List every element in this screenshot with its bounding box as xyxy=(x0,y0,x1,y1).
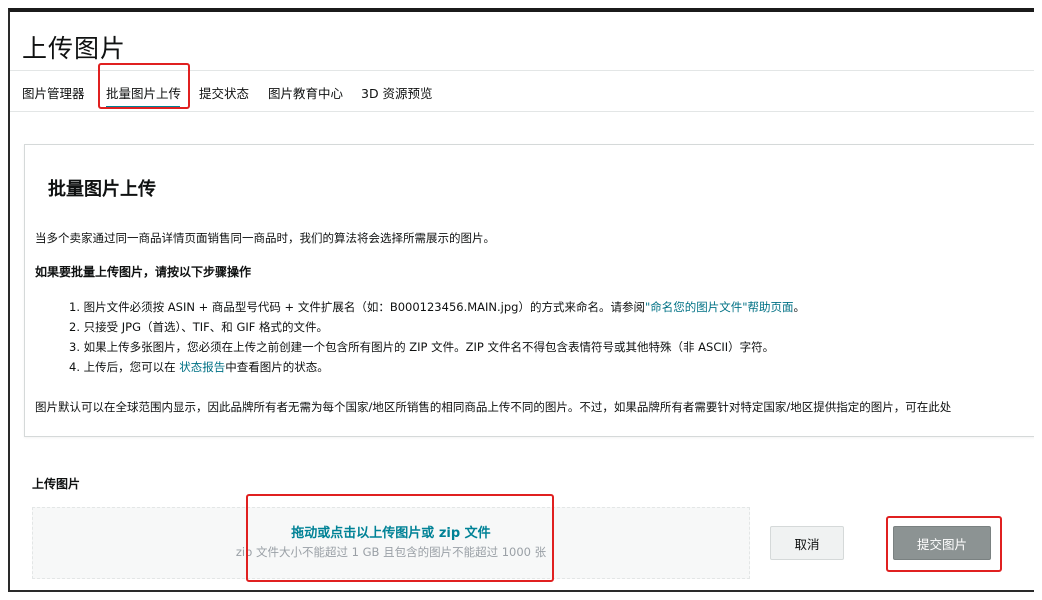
page-title: 上传图片 xyxy=(22,34,127,63)
upload-section-label: 上传图片 xyxy=(32,477,81,491)
step-4: 4. 上传后，您可以在 状态报告中查看图片的状态。 xyxy=(69,357,805,377)
step-4-text: 4. 上传后，您可以在 xyxy=(69,360,180,374)
step-2: 2. 只接受 JPG（首选）、TIF、和 GIF 格式的文件。 xyxy=(69,320,329,334)
intro-text: 当多个卖家通过同一商品详情页面销售同一商品时，我们的算法将会选择所需展示的图片。 xyxy=(35,231,495,245)
global-display-note: 图片默认可以在全球范围内显示，因此品牌所有者无需为每个国家/地区所销售的相同商品… xyxy=(35,400,952,414)
info-title: 批量图片上传 xyxy=(48,179,156,200)
steps-heading: 如果要批量上传图片，请按以下步骤操作 xyxy=(35,265,252,279)
highlight-box-submit xyxy=(886,516,1002,572)
highlight-box-tab xyxy=(98,63,190,109)
tab-submission-status[interactable]: 提交状态 xyxy=(199,83,249,102)
tab-3d-preview[interactable]: 3D 资源预览 xyxy=(361,83,433,102)
step-1-text: 1. 图片文件必须按 ASIN + 商品型号代码 + 文件扩展名（如：B0001… xyxy=(69,300,645,314)
naming-help-link[interactable]: "命名您的图片文件"帮助页面 xyxy=(645,300,794,314)
status-report-link[interactable]: 状态报告 xyxy=(179,360,225,374)
step-3: 3. 如果上传多张图片，您必须在上传之前创建一个包含所有图片的 ZIP 文件。Z… xyxy=(69,340,775,354)
step-1-end: 。 xyxy=(793,300,806,314)
steps-list: 1. 图片文件必须按 ASIN + 商品型号代码 + 文件扩展名（如：B0001… xyxy=(69,297,805,377)
bulk-upload-info-panel: 批量图片上传 当多个卖家通过同一商品详情页面销售同一商品时，我们的算法将会选择所… xyxy=(24,144,1034,437)
step-4-end: 中查看图片的状态。 xyxy=(225,360,329,374)
cancel-button[interactable]: 取消 xyxy=(770,526,844,560)
tab-image-education[interactable]: 图片教育中心 xyxy=(268,83,343,102)
app-frame: 上传图片 图片管理器 批量图片上传 提交状态 图片教育中心 3D 资源预览 批量… xyxy=(8,8,1034,592)
tab-image-manager[interactable]: 图片管理器 xyxy=(22,83,85,102)
highlight-box-dropzone xyxy=(246,494,554,582)
step-1: 1. 图片文件必须按 ASIN + 商品型号代码 + 文件扩展名（如：B0001… xyxy=(69,297,805,317)
